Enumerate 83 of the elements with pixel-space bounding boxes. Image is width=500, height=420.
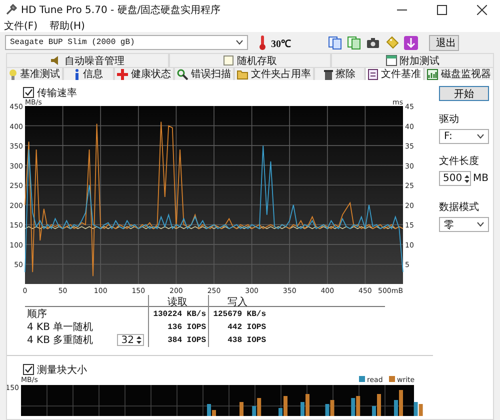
chart-icon	[427, 68, 438, 80]
checkbox[interactable]	[23, 364, 34, 375]
camera-icon[interactable]	[366, 36, 380, 50]
field-label: 驱动	[439, 113, 459, 126]
read-bar	[252, 406, 256, 416]
read-bar	[207, 404, 211, 416]
read-bar	[394, 400, 398, 416]
read-bar	[414, 402, 418, 416]
queue-depth-field[interactable]: 32	[117, 334, 144, 346]
read-bar	[300, 402, 304, 416]
checkbox-label: 传输速率	[37, 86, 77, 99]
tab[interactable]: 信息	[63, 67, 114, 80]
read-bar	[351, 398, 356, 416]
down-arrow-icon[interactable]	[404, 36, 418, 50]
temperature-reading: 30℃	[271, 38, 291, 50]
unit-label: MB	[473, 173, 488, 184]
read-bar	[278, 408, 282, 416]
write-bar	[240, 402, 244, 416]
read-bar	[372, 406, 376, 416]
menu-item[interactable]: 帮助(H)	[50, 18, 85, 32]
spin-arrows-icon	[136, 335, 142, 345]
file-length-field[interactable]: 500	[439, 171, 471, 186]
row-label: 4 KB 单一随机	[27, 320, 94, 334]
tab[interactable]: 随机存取	[168, 53, 332, 67]
thermometer-icon	[259, 35, 266, 50]
write-bar	[212, 410, 216, 416]
field-label: 数据模式	[439, 200, 479, 214]
write-bar	[306, 394, 310, 416]
write-bar	[418, 404, 423, 416]
write-bar	[377, 394, 381, 416]
column-header: 写入	[208, 295, 268, 309]
menu-item[interactable]: 文件(F)	[4, 18, 38, 32]
document-icon	[223, 55, 234, 66]
chevron-icon	[236, 40, 243, 45]
tab[interactable]: 健康状态	[114, 67, 174, 80]
tab[interactable]: 文件夹占用率	[234, 67, 314, 80]
tab[interactable]: 附加测试	[331, 53, 494, 67]
drive-dropdown[interactable]: Seagate BUP Slim (2000 gB)	[5, 35, 248, 50]
table-cell: 136 IOPS	[148, 320, 208, 334]
app-icon	[5, 4, 17, 16]
exit-button[interactable]: 退出	[429, 34, 459, 50]
drive-dropdown[interactable]: F:	[439, 129, 489, 144]
row-label: 4 KB 多重随机	[27, 334, 94, 347]
start-button[interactable]: 开始	[439, 86, 489, 101]
tab[interactable]: 擦除	[314, 67, 365, 80]
cross-icon	[117, 68, 128, 80]
window-icon	[386, 55, 397, 66]
tab[interactable]: 自动噪音管理	[6, 53, 169, 67]
row-label: 顺序	[27, 308, 47, 321]
write-bar	[330, 400, 334, 416]
write-bar	[356, 396, 360, 416]
checkbox-label: 测量块大小	[37, 364, 87, 376]
write-bar	[257, 398, 262, 416]
documents-icon[interactable]	[328, 36, 342, 50]
lightbulb-icon	[9, 68, 17, 80]
column-header: 读取	[148, 295, 208, 309]
data-mode-dropdown[interactable]: 零	[439, 217, 489, 232]
write-bar	[284, 396, 288, 416]
table-cell: 438 IOPS	[208, 333, 268, 347]
table-cell: 130224 KB/s	[148, 307, 208, 321]
table-cell: 442 IOPS	[208, 320, 268, 334]
maximize-icon	[437, 4, 447, 14]
table-cell: 384 IOPS	[148, 333, 208, 347]
chevron-icon	[477, 134, 484, 139]
window-title: HD Tune Pro 5.70 - 硬盘/固态硬盘实用程序	[21, 4, 221, 16]
tab[interactable]: 基准测试	[6, 67, 63, 80]
info-icon	[74, 68, 80, 80]
bin-icon	[324, 68, 332, 80]
tab[interactable]: 磁盘监视器	[424, 67, 494, 80]
chevron-icon	[477, 222, 484, 227]
field-label: 文件长度	[439, 154, 479, 168]
checkbox[interactable]	[23, 87, 34, 98]
spin-arrows-icon	[464, 174, 469, 184]
tag-icon[interactable]	[385, 36, 399, 50]
document-icon	[368, 68, 378, 80]
documents-icon[interactable]	[347, 36, 361, 50]
tab[interactable]: 文件基准	[365, 67, 424, 80]
magnifier-icon	[177, 68, 188, 80]
write-bar	[399, 390, 403, 416]
tab[interactable]: 错误扫描	[174, 67, 234, 80]
close-icon	[477, 4, 487, 14]
table-cell: 125679 KB/s	[208, 307, 268, 321]
read-bar	[325, 404, 330, 416]
